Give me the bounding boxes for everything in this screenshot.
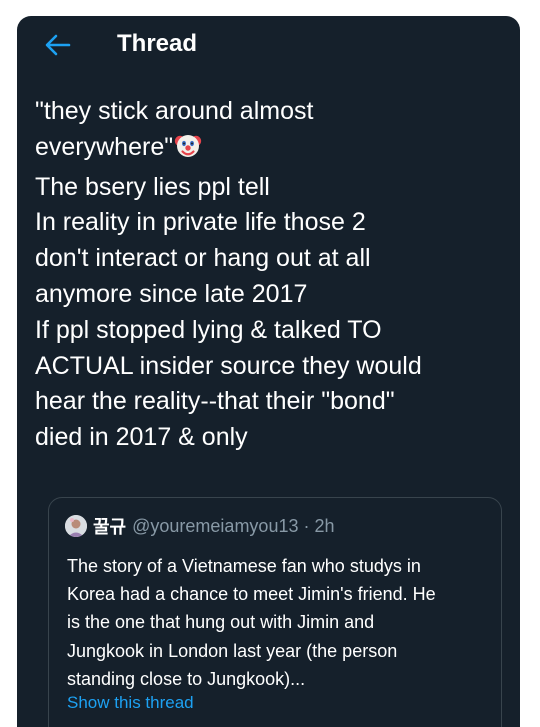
quoted-line: Jungkook in London last year (the person bbox=[67, 640, 398, 661]
quoted-line: The story of a Vietnamese fan who studys… bbox=[67, 556, 421, 576]
thread-screen: Thread "they stick around almost everywh… bbox=[17, 16, 520, 727]
tweet-line: hear the reality--that their "bond" bbox=[35, 387, 395, 416]
show-thread-link[interactable]: Show this thread bbox=[67, 693, 194, 713]
quoted-tweet-body: The story of a Vietnamese fan who studys… bbox=[67, 552, 497, 693]
quoted-display-name[interactable]: 꿀규 bbox=[93, 513, 126, 539]
quoted-tweet-card[interactable]: 꿀규 @youremeiamyou13 · 2h The story of a … bbox=[48, 497, 502, 727]
tweet-line: ACTUAL insider source they would bbox=[35, 351, 422, 380]
page-title: Thread bbox=[117, 30, 198, 57]
tweet-line: don't interact or hang out at all bbox=[35, 244, 371, 273]
back-arrow-icon bbox=[45, 34, 71, 56]
tweet-line: "they stick around almost bbox=[35, 97, 314, 125]
quoted-line: standing close to Jungkook)... bbox=[67, 668, 306, 689]
tweet-line-with-emoji: everywhere" bbox=[35, 130, 515, 170]
tweet-line: died in 2017 & only bbox=[35, 423, 248, 452]
tweet-line: If ppl stopped lying & talked TO bbox=[35, 315, 382, 344]
quoted-handle[interactable]: @youremeiamyou13 bbox=[132, 516, 298, 537]
clown-face-icon bbox=[174, 131, 202, 170]
quoted-timestamp: 2h bbox=[314, 515, 335, 536]
tweet-line: anymore since late 2017 bbox=[35, 279, 308, 308]
tweet-line: The bsery lies ppl tell bbox=[35, 172, 270, 201]
top-bar: Thread bbox=[17, 16, 520, 74]
quoted-line: Korea had a chance to meet Jimin's frien… bbox=[67, 584, 436, 605]
back-button[interactable] bbox=[43, 32, 73, 58]
meta-separator: · bbox=[303, 515, 310, 536]
avatar[interactable] bbox=[65, 515, 87, 537]
quoted-line: is the one that hung out with Jimin and bbox=[67, 612, 375, 633]
tweet-line: everywhere" bbox=[35, 132, 174, 161]
quoted-tweet-header: 꿀규 @youremeiamyou13 · 2h bbox=[65, 514, 335, 538]
tweet-body: "they stick around almost everywhere" Th… bbox=[35, 94, 515, 456]
tweet-line: In reality in private life those 2 bbox=[35, 208, 366, 237]
